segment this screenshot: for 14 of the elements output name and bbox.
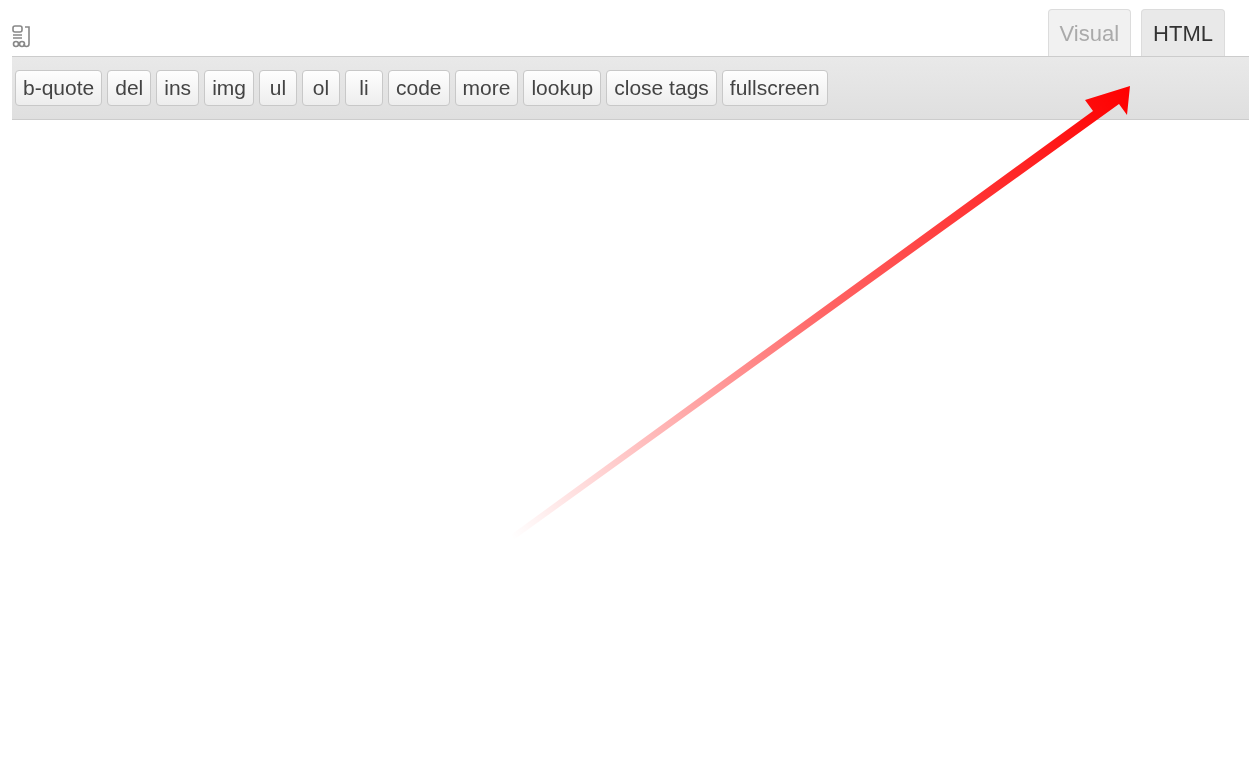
- editor-icon: [12, 24, 32, 48]
- toolbar-button[interactable]: close tags: [606, 70, 717, 106]
- toolbar-button[interactable]: fullscreen: [721, 70, 828, 106]
- toolbar-button[interactable]: ins: [156, 70, 200, 106]
- toolbar-button[interactable]: b-quote: [15, 70, 103, 106]
- toolbar-button[interactable]: more: [454, 70, 519, 106]
- toolbar-button[interactable]: img: [204, 70, 254, 106]
- toolbar-button[interactable]: del: [107, 70, 152, 106]
- toolbar-button[interactable]: ol: [301, 70, 340, 106]
- toolbar-button[interactable]: li: [344, 70, 383, 106]
- toolbar-button[interactable]: code: [387, 70, 450, 106]
- editor-tab[interactable]: HTML: [1141, 9, 1225, 56]
- toolbar-button[interactable]: lookup: [523, 70, 602, 106]
- toolbar-button[interactable]: ul: [258, 70, 297, 106]
